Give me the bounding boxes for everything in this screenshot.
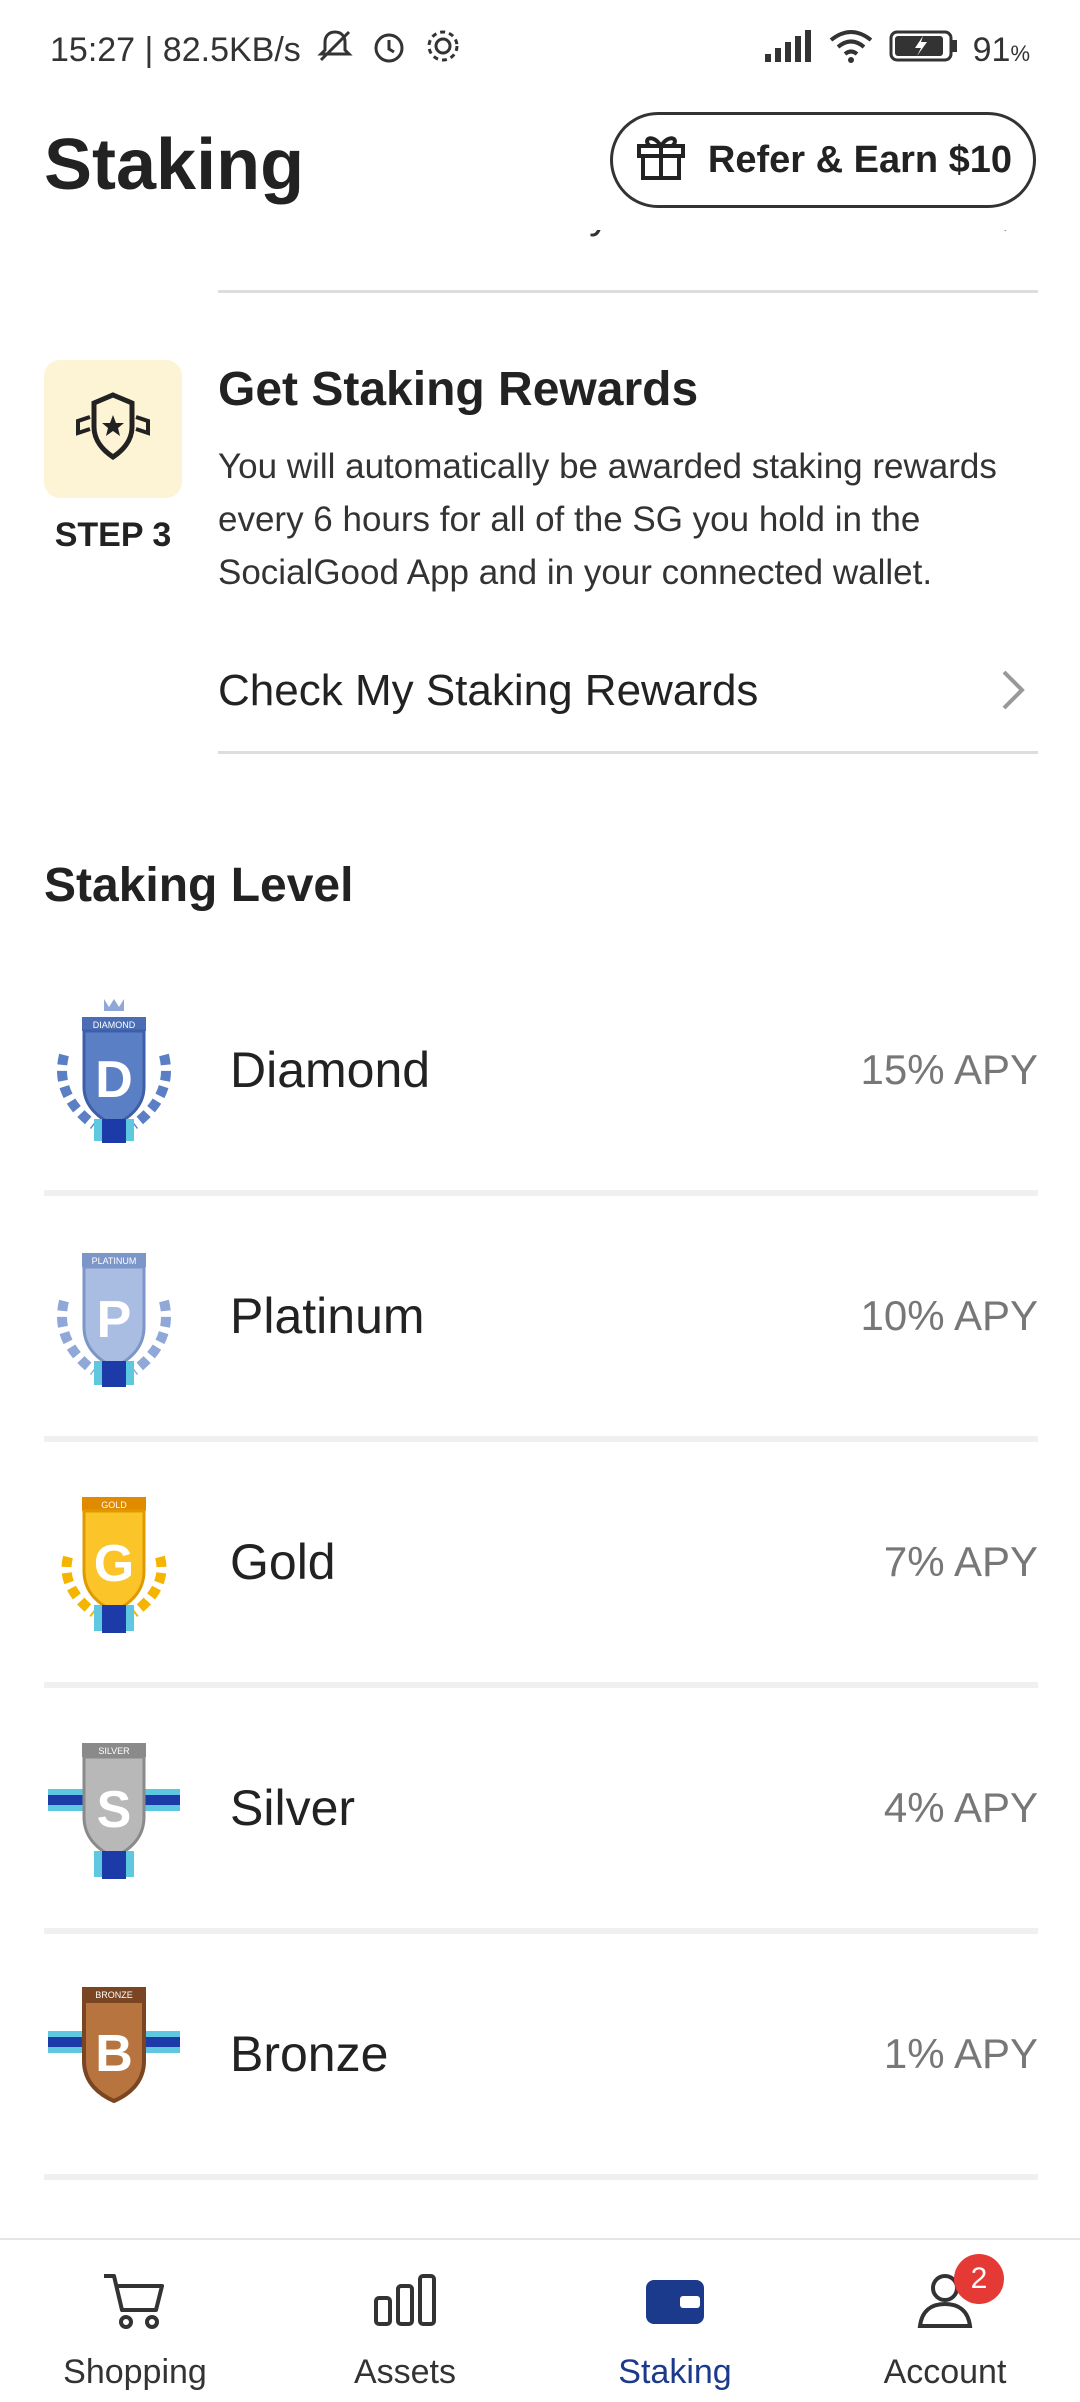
status-time-speed: 15:27 | 82.5KB/s	[50, 30, 301, 69]
refer-earn-button[interactable]: Refer & Earn $10	[610, 112, 1036, 208]
step-description: You will automatically be awarded stakin…	[218, 447, 997, 592]
level-name: Diamond	[230, 1042, 431, 1098]
check-rewards-label: Check My Staking Rewards	[218, 666, 759, 715]
platinum-badge-icon: PLATINUM P	[44, 1241, 184, 1391]
nav-label: Account	[883, 2353, 1007, 2391]
nav-label: Shopping	[63, 2353, 207, 2391]
nav-shopping[interactable]: Shopping	[0, 2240, 270, 2402]
wallet-icon	[640, 2270, 710, 2339]
refer-earn-label: Refer & Earn $10	[707, 138, 1013, 181]
nav-label: Assets	[353, 2353, 457, 2391]
level-row-gold: GOLD G Gold 7% APY	[44, 1442, 1038, 1688]
status-left: 15:27 | 82.5KB/s	[50, 26, 463, 75]
level-row-bronze: BRONZE B Bronze 1% APY	[44, 1934, 1038, 2180]
level-apy: 1% APY	[883, 2030, 1038, 2077]
battery-level: 91%	[972, 30, 1030, 69]
gift-icon	[634, 128, 688, 192]
svg-text:G: G	[94, 1535, 134, 1593]
page-title: Staking	[44, 125, 305, 205]
bar-chart-icon	[370, 2270, 440, 2339]
nav-assets[interactable]: Assets	[270, 2240, 540, 2402]
level-row-platinum: PLATINUM P Platinum 10% APY	[44, 1196, 1038, 1442]
bronze-badge-icon: BRONZE B	[44, 1979, 184, 2129]
step-label: STEP 3	[54, 516, 172, 554]
staking-level-title: Staking Level	[44, 859, 354, 912]
check-rewards-row[interactable]: Check My Staking Rewards	[218, 630, 1038, 754]
svg-text:BRONZE: BRONZE	[95, 1990, 133, 2000]
status-right: 91%	[763, 28, 1030, 73]
level-name: Bronze	[230, 2026, 389, 2082]
level-apy: 7% APY	[883, 1538, 1038, 1585]
svg-text:SILVER: SILVER	[98, 1746, 130, 1756]
svg-text:S: S	[97, 1781, 132, 1839]
svg-text:PLATINUM: PLATINUM	[92, 1256, 137, 1266]
diamond-badge-icon: DIAMOND D	[44, 995, 184, 1145]
level-row-silver: SILVER S Silver 4% APY	[44, 1688, 1038, 1934]
nav-staking[interactable]: Staking	[540, 2240, 810, 2402]
chevron-right-icon	[998, 668, 1028, 717]
staking-level-list: DIAMOND D Diamond 15% APY PLATINUM P Pla…	[44, 950, 1038, 2180]
step-3-icon-box	[44, 360, 182, 498]
svg-text:GOLD: GOLD	[101, 1500, 127, 1510]
cart-icon	[100, 2270, 170, 2339]
silver-badge-icon: SILVER S	[44, 1733, 184, 1883]
nav-account[interactable]: Account 2	[810, 2240, 1080, 2402]
header: Staking Refer & Earn $10	[0, 100, 1080, 230]
alarm-icon	[369, 26, 409, 75]
nav-label: Staking	[618, 2353, 732, 2391]
level-name: Silver	[230, 1780, 356, 1836]
notification-badge: 2	[954, 2254, 1004, 2304]
mute-icon	[315, 26, 355, 75]
step-title: Get Staking Rewards	[218, 363, 699, 416]
level-name: Gold	[230, 1534, 336, 1590]
level-name: Platinum	[230, 1288, 425, 1344]
settings-icon	[423, 26, 463, 75]
gold-badge-icon: GOLD G	[44, 1487, 184, 1637]
svg-text:P: P	[97, 1291, 132, 1349]
battery-icon	[889, 28, 959, 73]
bottom-nav: Shopping Assets Staking Account 2	[0, 2238, 1080, 2402]
level-apy: 15% APY	[860, 1046, 1038, 1093]
signal-icon	[763, 28, 813, 73]
level-apy: 10% APY	[860, 1292, 1038, 1339]
status-bar: 15:27 | 82.5KB/s 91%	[0, 0, 1080, 100]
shield-star-icon	[70, 387, 156, 472]
level-row-diamond: DIAMOND D Diamond 15% APY	[44, 950, 1038, 1196]
svg-text:DIAMOND: DIAMOND	[93, 1020, 136, 1030]
level-apy: 4% APY	[883, 1784, 1038, 1831]
wifi-icon	[827, 28, 875, 73]
svg-text:B: B	[95, 2025, 133, 2083]
svg-text:D: D	[95, 1051, 133, 1109]
